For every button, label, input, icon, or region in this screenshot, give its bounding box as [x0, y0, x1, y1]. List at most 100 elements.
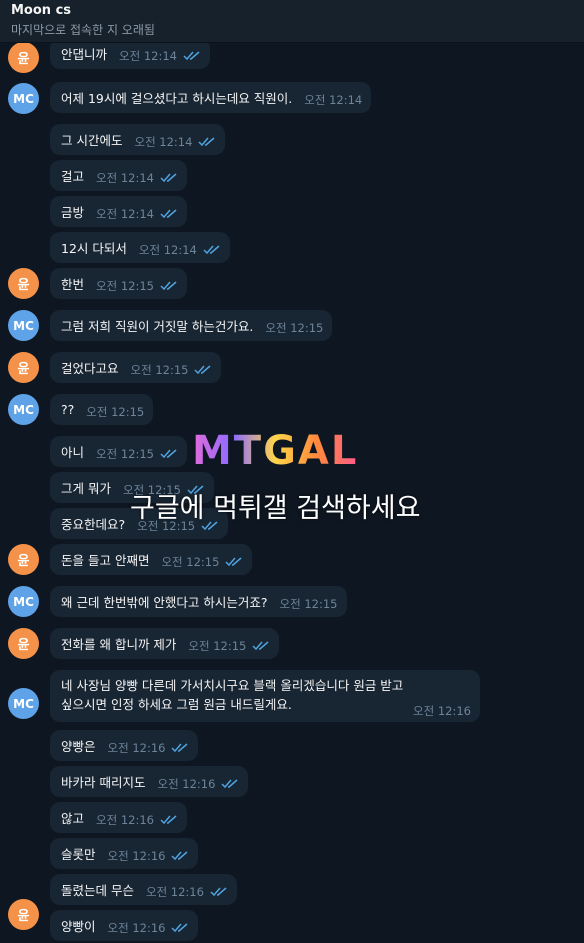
- message-bubble[interactable]: 금방 오전 12:14: [50, 196, 187, 227]
- message-time: 오전 12:15: [265, 321, 324, 335]
- watermark-logo: MTGAL: [192, 428, 359, 474]
- chat-header[interactable]: Moon cs 마지막으로 접속한 지 오래됨: [0, 0, 584, 43]
- message-time: 오전 12:15: [188, 639, 247, 653]
- message-text: 바카라 때리지도: [61, 775, 146, 790]
- message-text: 않고: [61, 811, 85, 826]
- message-time: 오전 12:16: [96, 813, 154, 827]
- message-bubble[interactable]: 슬롯만 오전 12:16: [50, 838, 199, 869]
- avatar-mc[interactable]: MC: [8, 83, 39, 114]
- message-bubble[interactable]: 걸었다고요 오전 12:15: [50, 352, 222, 383]
- message-text: 양빵이: [61, 919, 96, 934]
- message-text: 어제 19시에 걸으셨다고 하시는데요 직원이.: [61, 91, 293, 106]
- watermark-caption: 구글에 먹튀갤 검색하세요: [130, 493, 421, 524]
- message-text-line: 싶으시면 인정 하세요 그럼 원금 내드릴게요.: [61, 697, 292, 712]
- double-check-icon: [221, 779, 238, 789]
- message-time: 오전 12:14: [119, 49, 177, 63]
- contact-name[interactable]: Moon cs: [11, 3, 71, 18]
- avatar-yu[interactable]: 윤: [8, 268, 39, 299]
- message-bubble[interactable]: 12시 다되서 오전 12:14: [50, 232, 230, 263]
- double-check-icon: [160, 449, 177, 459]
- avatar-mc[interactable]: MC: [8, 688, 39, 719]
- avatar-yu[interactable]: 윤: [8, 899, 39, 930]
- message-text: 걸었다고요: [61, 361, 119, 376]
- message-bubble[interactable]: 전화를 왜 합니까 제가 오전 12:15: [50, 628, 280, 659]
- message-bubble[interactable]: 왜 근데 한번밖에 안했다고 하시는거죠? 오전 12:15: [50, 586, 347, 617]
- avatar-initial: 윤: [17, 362, 30, 377]
- double-check-icon: [210, 887, 227, 897]
- contact-status: 마지막으로 접속한 지 오래됨: [11, 23, 155, 37]
- message-bubble[interactable]: 안댑니까 오전 12:14: [50, 42, 210, 69]
- message-bubble[interactable]: 않고 오전 12:16: [50, 802, 187, 833]
- message-text: 전화를 왜 합니까 제가: [61, 637, 177, 652]
- avatar-mc[interactable]: MC: [8, 310, 39, 341]
- avatar-mc[interactable]: MC: [8, 394, 39, 425]
- message-time: 오전 12:15: [96, 279, 154, 293]
- avatar-initial: MC: [13, 594, 34, 609]
- avatar-yu[interactable]: 윤: [8, 628, 39, 659]
- message-text: 12시 다되서: [61, 241, 127, 256]
- message-bubble[interactable]: 돈을 들고 안째면 오전 12:15: [50, 544, 253, 575]
- message-time: 오전 12:15: [96, 447, 154, 461]
- message-time: 오전 12:16: [145, 885, 204, 899]
- message-time: 오전 12:14: [96, 171, 154, 185]
- message-time: 오전 12:16: [107, 921, 166, 935]
- message-text: 안댑니까: [61, 47, 108, 62]
- avatar-initial: 윤: [17, 554, 30, 569]
- avatar-initial: MC: [13, 402, 34, 417]
- message-text: 중요한데요?: [61, 517, 126, 532]
- message-text: 돈을 들고 안째면: [61, 553, 150, 568]
- double-check-icon: [171, 923, 188, 933]
- message-time: 오전 12:14: [138, 243, 197, 257]
- avatar-initial: MC: [13, 318, 34, 333]
- double-check-icon: [160, 209, 177, 219]
- message-bubble[interactable]: 네 사장님 양빵 다른데 가서치시구요 블랙 올리겠습니다 원금 받고 싶으시면…: [50, 670, 480, 722]
- double-check-icon: [171, 851, 188, 861]
- double-check-icon: [194, 365, 211, 375]
- message-time: 오전 12:16: [107, 849, 166, 863]
- message-bubble[interactable]: 바카라 때리지도 오전 12:16: [50, 766, 249, 797]
- double-check-icon: [252, 641, 269, 651]
- message-bubble[interactable]: ?? 오전 12:15: [50, 394, 154, 425]
- avatar-initial: MC: [13, 91, 34, 106]
- avatar-mc[interactable]: MC: [8, 586, 39, 617]
- avatar-yu[interactable]: 윤: [8, 352, 39, 383]
- avatar-initial: 윤: [17, 638, 30, 653]
- message-text: 아니: [61, 445, 85, 460]
- message-time: 오전 12:16: [157, 777, 216, 791]
- avatar-yu[interactable]: 윤: [8, 42, 39, 73]
- message-text: 그 시간에도: [61, 133, 123, 148]
- message-text: ??: [61, 402, 75, 417]
- avatar-initial: 윤: [17, 52, 30, 67]
- message-text: 돌렸는데 무슨: [61, 883, 134, 898]
- message-bubble[interactable]: 걸고 오전 12:14: [50, 160, 187, 191]
- message-time: 오전 12:14: [96, 207, 154, 221]
- message-bubble[interactable]: 한번 오전 12:15: [50, 268, 187, 299]
- double-check-icon: [198, 137, 215, 147]
- message-time: 오전 12:16: [413, 704, 471, 718]
- message-time: 오전 12:15: [279, 597, 338, 611]
- message-bubble[interactable]: 돌렸는데 무슨 오전 12:16: [50, 874, 237, 905]
- double-check-icon: [160, 281, 177, 291]
- message-bubble[interactable]: 그럼 저희 직원이 거짓말 하는건가요. 오전 12:15: [50, 310, 333, 341]
- message-bubble[interactable]: 아니 오전 12:15: [50, 436, 187, 467]
- message-text-line: 네 사장님 양빵 다른데 가서치시구요 블랙 올리겠습니다 원금 받고: [61, 678, 404, 693]
- message-bubble[interactable]: 양빵은 오전 12:16: [50, 730, 199, 761]
- double-check-icon: [160, 173, 177, 183]
- message-bubble[interactable]: 그 시간에도 오전 12:14: [50, 124, 226, 155]
- message-time: 오전 12:15: [130, 363, 189, 377]
- message-text: 그게 뭐가: [61, 481, 111, 496]
- double-check-icon: [160, 815, 177, 825]
- message-time: 오전 12:14: [134, 135, 193, 149]
- message-time: 오전 12:15: [161, 555, 220, 569]
- avatar-initial: 윤: [17, 278, 30, 293]
- message-bubble[interactable]: 어제 19시에 걸으셨다고 하시는데요 직원이. 오전 12:14: [50, 82, 372, 113]
- avatar-initial: 윤: [17, 909, 30, 924]
- message-time: 오전 12:15: [86, 405, 145, 419]
- avatar-initial: MC: [13, 696, 34, 711]
- double-check-icon: [203, 245, 220, 255]
- message-bubble[interactable]: 양빵이 오전 12:16: [50, 910, 199, 941]
- avatar-yu[interactable]: 윤: [8, 544, 39, 575]
- double-check-icon: [171, 743, 188, 753]
- message-time: 오전 12:14: [304, 93, 363, 107]
- message-time: 오전 12:16: [107, 741, 166, 755]
